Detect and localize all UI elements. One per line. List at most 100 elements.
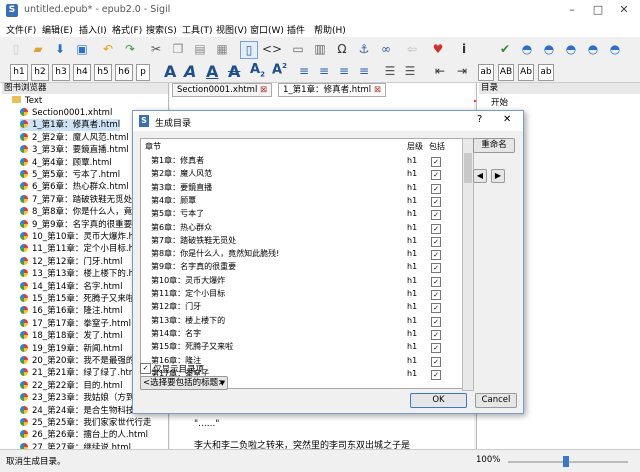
tree-file-item[interactable]: 4_第4章：顾覃.html (20, 157, 112, 169)
dialog-close-icon[interactable]: ✕ (503, 114, 511, 125)
tree-file-item[interactable]: 19_第19章：新闻.html (20, 343, 122, 355)
paste-icon[interactable]: ▤ (192, 41, 208, 57)
heart-icon[interactable]: ♥ (430, 41, 446, 57)
row-include-checkbox[interactable] (431, 236, 441, 247)
tree-file-item[interactable]: 5_第5章：亏本了.html (20, 169, 120, 181)
tree-file-item[interactable]: 22_第22章：目的.html (20, 380, 122, 392)
download-icon[interactable]: ⬇ (52, 41, 68, 57)
tree-file-item[interactable]: 7_第7章：踏破铁鞋无觅处.ht (20, 194, 144, 206)
special-char-icon[interactable]: Ω (334, 41, 350, 57)
tab-close-icon[interactable]: ⊠ (374, 85, 381, 95)
row-include-checkbox[interactable] (431, 369, 441, 380)
close-button[interactable]: ✕ (612, 2, 636, 18)
align-center-icon[interactable]: ≡ (316, 63, 332, 79)
row-include-checkbox[interactable] (431, 303, 441, 314)
tree-file-item[interactable]: 26_第26章：擂台上的人.html (20, 429, 148, 441)
row-include-checkbox[interactable] (431, 157, 441, 167)
row-include-checkbox[interactable] (431, 183, 441, 194)
undo-icon[interactable]: ↶ (100, 41, 116, 57)
tree-file-item[interactable]: 3_第3章：要鏡直播.html (20, 144, 129, 156)
menu-search[interactable]: 搜索(S) (146, 23, 177, 36)
menu-plugins[interactable]: 插件 (287, 23, 305, 36)
tree-file-item[interactable]: 12_第12章：门牙.html (20, 256, 122, 268)
tree-file-item[interactable]: 23_第23章：我姑娘（方到年 (20, 392, 143, 404)
decrease-indent-icon[interactable]: ⇤ (432, 63, 448, 79)
menu-view[interactable]: 视图(V) (216, 23, 247, 36)
maximize-button[interactable]: □ (586, 2, 610, 18)
tree-file-item[interactable]: 20_第20章：我不是最强的， (20, 355, 143, 367)
tree-file-item[interactable]: 14_第14章：名字.html (20, 281, 122, 293)
tree-file-item[interactable]: 2_第2章：魔人风范.html (20, 132, 129, 144)
tree-file-item[interactable]: 10_第10章：灵币大爆炸.htm (20, 231, 146, 243)
row-include-checkbox[interactable] (431, 316, 441, 327)
plugin2-icon[interactable]: ◓ (541, 41, 557, 57)
align-right-icon[interactable]: ≡ (336, 63, 352, 79)
toc-item[interactable]: 开始 (491, 96, 508, 108)
table-row[interactable]: 第13章：楼上楼下的 h1 (141, 315, 463, 327)
table-row[interactable]: 第11章：定个小目标 h1 (141, 288, 463, 300)
menu-tools[interactable]: 工具(T) (182, 23, 213, 36)
copy-icon[interactable]: ❐ (170, 41, 186, 57)
show-toc-only-checkbox[interactable]: ✓ (140, 363, 151, 374)
tab-close-icon[interactable]: ⊠ (260, 85, 267, 95)
table-row[interactable]: 第3章：要鏡直播 h1 (141, 182, 463, 194)
tree-file-item[interactable]: 6_第6章：热心群众.html (20, 181, 129, 193)
tree-file-item[interactable]: 24_第24章：是合生物科技公 (20, 405, 143, 417)
uppercase-button[interactable]: AB (498, 64, 514, 81)
tab-chapter1[interactable]: 1_第1章：修真者.html ⊠ (278, 83, 386, 97)
row-include-checkbox[interactable] (431, 250, 441, 261)
code-view-icon[interactable]: <> (262, 41, 282, 57)
table-row[interactable]: 第1章：修真者 h1 (141, 155, 463, 167)
tree-file-item[interactable]: 16_第16章：隆注.html (20, 305, 122, 317)
row-include-checkbox[interactable] (431, 290, 441, 300)
row-include-checkbox[interactable] (431, 263, 441, 274)
bold-icon[interactable]: A (164, 62, 176, 81)
menu-help[interactable]: 帮助(H) (314, 23, 346, 36)
italic-icon[interactable]: A (184, 62, 196, 81)
row-include-checkbox[interactable] (431, 196, 441, 207)
row-include-checkbox[interactable] (431, 223, 441, 234)
heading-h6-button[interactable]: h6 (115, 64, 133, 81)
table-row[interactable]: 第15章：死腾子又来啦 h1 (141, 341, 463, 354)
paragraph-button[interactable]: p (136, 64, 150, 81)
insert-file-icon[interactable]: ▥ (312, 41, 328, 57)
table-row[interactable]: 第10章：灵币大爆炸 h1 (141, 275, 463, 287)
plugin1-icon[interactable]: ◓ (519, 41, 535, 57)
cancel-button[interactable]: Cancel (475, 393, 517, 408)
tree-file-item[interactable]: 21_第21章：绿了绿了.html (20, 367, 139, 379)
table-row[interactable]: 第14章：名字 h1 (141, 328, 463, 340)
tab-section0001[interactable]: Section0001.xhtml ⊠ (172, 83, 273, 97)
tree-file-item[interactable]: 8_第8章：你是什么人，竟然知 (20, 206, 149, 218)
tree-file-item[interactable]: 13_第13章：楼上楼下的.html (20, 268, 148, 280)
menu-file[interactable]: 文件(F) (6, 23, 36, 36)
heading-h4-button[interactable]: h4 (73, 64, 91, 81)
plugin3-icon[interactable]: ◓ (563, 41, 579, 57)
align-left-icon[interactable]: ≡ (296, 63, 312, 79)
heading-h3-button[interactable]: h3 (52, 64, 70, 81)
tree-file-item[interactable]: Section0001.xhtml (20, 107, 112, 119)
table-row[interactable]: 第5章：亏本了 h1 (141, 208, 463, 221)
titlecase-button[interactable]: Ab (518, 64, 534, 81)
heading-h2-button[interactable]: h2 (31, 64, 49, 81)
row-include-checkbox[interactable] (431, 170, 441, 181)
increase-indent-icon[interactable]: ⇥ (454, 63, 470, 79)
book-view-icon[interactable]: ▯ (240, 41, 258, 59)
tree-file-item[interactable]: 17_第17章：拳窒子.html (20, 318, 131, 330)
subscript-icon[interactable]: A2 (250, 62, 265, 79)
bullet-list-icon[interactable]: ☰ (382, 63, 398, 79)
table-row[interactable]: 第6章：热心群众 h1 (141, 222, 463, 234)
scroll-thumb[interactable] (464, 153, 472, 183)
image-icon[interactable]: ▭ (290, 41, 306, 57)
table-row[interactable]: 第4章：顾覃 h1 (141, 195, 463, 207)
heading-select-dropdown[interactable]: <选择要包括的标题> ▼ (140, 376, 228, 390)
row-include-checkbox[interactable] (431, 210, 441, 221)
ok-button[interactable]: OK (410, 393, 467, 408)
row-include-checkbox[interactable] (431, 343, 441, 354)
plugin4-icon[interactable]: ◓ (585, 41, 601, 57)
open-folder-icon[interactable]: ▰ (30, 41, 46, 57)
minimize-button[interactable]: – (560, 2, 584, 18)
anchor-icon[interactable]: ⚓ (356, 41, 372, 57)
superscript-icon[interactable]: A2 (272, 62, 287, 77)
redo-icon[interactable]: ↷ (122, 41, 138, 57)
lowercase-button[interactable]: ab (478, 64, 494, 81)
